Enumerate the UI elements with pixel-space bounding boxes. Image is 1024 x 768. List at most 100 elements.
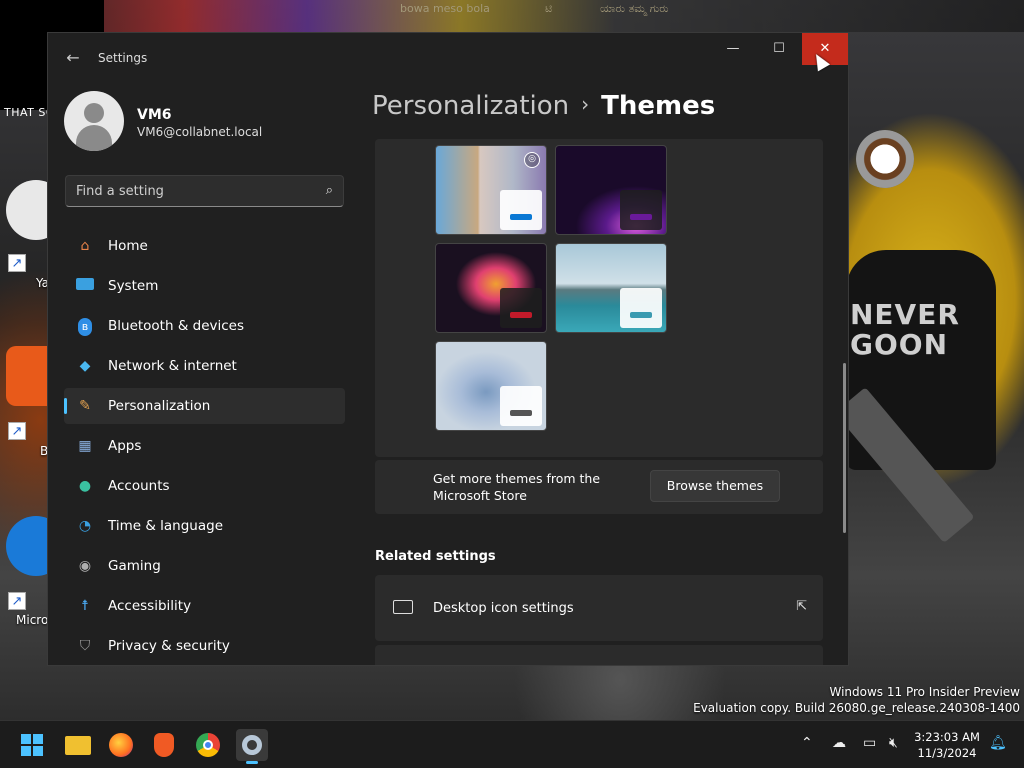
theme-tile[interactable] [435, 243, 547, 333]
desktop-icon [393, 600, 413, 614]
wallpaper-goggle [856, 130, 914, 188]
avatar-body-shape [76, 125, 112, 151]
sidebar-item-system[interactable]: System [64, 268, 345, 304]
notification-bell-icon[interactable]: 🔔︎ [989, 735, 1007, 751]
theme-preview [620, 288, 662, 328]
sidebar-item-label: Personalization [108, 398, 211, 414]
wallpaper-top-strip: bowa meso bola ಟಿ ಯಾರು ತಮ್ಮ ಗುರು [0, 0, 1024, 32]
file-explorer-button[interactable] [62, 729, 94, 761]
search-icon[interactable]: ⌕ [326, 183, 333, 198]
theme-preview [500, 288, 542, 328]
firefox-button[interactable] [105, 729, 137, 761]
chevron-up-icon[interactable]: ⌃ [801, 735, 813, 751]
theme-tile[interactable]: ◎ [435, 145, 547, 235]
sidebar-item-apps[interactable]: ▦ Apps [64, 428, 345, 464]
theme-spotlight-icon: ◎ [524, 152, 540, 168]
start-button[interactable] [16, 729, 48, 761]
back-button[interactable]: ← [62, 47, 84, 69]
gamepad-icon: ◉ [78, 558, 92, 574]
related-settings-heading: Related settings [375, 549, 496, 564]
theme-preview [500, 386, 542, 426]
breadcrumb: Personalization › Themes [372, 91, 715, 121]
themes-grid-card: ◎ [375, 139, 823, 457]
browse-themes-button[interactable]: Browse themes [650, 470, 780, 502]
wallpaper-strip-text: bowa meso bola [400, 2, 490, 15]
avatar[interactable] [64, 91, 124, 151]
user-name: VM6 [137, 107, 172, 123]
windows-logo-icon [33, 746, 43, 756]
clock-time: 3:23:03 AM [914, 730, 980, 744]
home-icon: ⌂ [80, 238, 90, 254]
sidebar-item-time-language[interactable]: ◔ Time & language [64, 508, 345, 544]
breadcrumb-chevron-icon: › [581, 92, 590, 116]
scrollbar[interactable] [843, 363, 846, 533]
sidebar-item-home[interactable]: ⌂ Home [64, 228, 345, 264]
title-bar[interactable]: ← Settings — ☐ ✕ [48, 33, 848, 81]
breadcrumb-parent[interactable]: Personalization [372, 91, 569, 121]
clock-globe-icon: ◔ [78, 518, 92, 534]
minimize-button[interactable]: — [710, 33, 756, 65]
sidebar-item-accessibility[interactable]: ☨ Accessibility [64, 588, 345, 624]
sidebar-item-label: Home [108, 238, 148, 254]
sidebar-item-network[interactable]: ◆ Network & internet [64, 348, 345, 384]
active-app-indicator [246, 761, 258, 764]
network-offline-icon[interactable]: ☁ [832, 735, 846, 751]
firefox-icon [109, 733, 133, 757]
wallpaper-strip-text: ಟಿ [545, 2, 553, 15]
person-icon: ● [78, 478, 92, 494]
settings-taskbar-button[interactable] [236, 729, 268, 764]
theme-accent-swatch [510, 410, 532, 416]
get-more-themes-row: Get more themes from the Microsoft Store… [375, 460, 823, 514]
sidebar-item-label: Apps [108, 438, 142, 454]
sidebar-item-label: System [108, 278, 159, 294]
search-input[interactable]: Find a setting ⌕ [65, 175, 344, 207]
bluetooth-icon: ʙ [76, 317, 94, 336]
watermark-line2: Evaluation copy. Build 26080.ge_release.… [693, 701, 1020, 715]
sidebar-item-privacy[interactable]: ⛉ Privacy & security [64, 628, 345, 664]
sidebar-item-label: Gaming [108, 558, 161, 574]
brave-button[interactable] [148, 729, 180, 761]
theme-tile[interactable] [555, 243, 667, 333]
theme-tile[interactable] [435, 341, 547, 431]
chrome-center-icon [203, 740, 213, 750]
system-clock[interactable]: 3:23:03 AM 11/3/2024 [912, 729, 982, 761]
windows-logo-icon [21, 746, 31, 756]
windows-logo-icon [21, 734, 31, 744]
maximize-button[interactable]: ☐ [756, 33, 802, 65]
folder-icon [65, 736, 91, 755]
avatar-head-shape [84, 103, 104, 123]
theme-preview [500, 190, 542, 230]
desktop-icon-settings-row[interactable]: Desktop icon settings ⇱ [375, 575, 823, 641]
volume-muted-icon[interactable]: 🔇︎ [889, 735, 898, 751]
sidebar-item-bluetooth[interactable]: ʙ Bluetooth & devices [64, 308, 345, 344]
theme-accent-swatch [630, 312, 652, 318]
monitor-icon [76, 277, 94, 295]
settings-window: ← Settings — ☐ ✕ VM6 VM6@collabnet.local… [47, 32, 849, 666]
shortcut-arrow-icon: ↗ [8, 592, 26, 610]
taskbar: ⌃ ☁ ▭ 🔇︎ 3:23:03 AM 11/3/2024 🔔︎ [0, 720, 1024, 768]
sidebar-nav: ⌂ Home System ʙ Bluetooth & devices ◆ Ne… [64, 228, 345, 665]
chrome-button[interactable] [192, 729, 224, 761]
sidebar-item-gaming[interactable]: ◉ Gaming [64, 548, 345, 584]
sidebar-item-label: Privacy & security [108, 638, 230, 654]
related-settings-row[interactable] [375, 645, 823, 665]
user-email: VM6@collabnet.local [137, 125, 263, 139]
external-link-icon: ⇱ [796, 599, 807, 614]
gear-icon [242, 735, 262, 755]
sidebar-item-accounts[interactable]: ● Accounts [64, 468, 345, 504]
accessibility-icon: ☨ [81, 598, 89, 614]
theme-tile[interactable] [555, 145, 667, 235]
sidebar-item-personalization[interactable]: ✎ Personalization [64, 388, 345, 424]
sidebar-item-label: Accounts [108, 478, 170, 494]
related-item-label: Desktop icon settings [433, 601, 574, 616]
search-placeholder: Find a setting [76, 184, 164, 199]
sidebar-item-label: Accessibility [108, 598, 192, 614]
display-icon[interactable]: ▭ [863, 735, 876, 751]
sidebar-item-label: Bluetooth & devices [108, 318, 245, 334]
desktop-shortcut-label[interactable]: Micro [16, 613, 48, 627]
watermark-line1: Windows 11 Pro Insider Preview [829, 685, 1020, 699]
shortcut-arrow-icon: ↗ [8, 422, 26, 440]
theme-accent-swatch [510, 214, 532, 220]
theme-accent-swatch [510, 312, 532, 318]
windows-logo-icon [33, 734, 43, 744]
